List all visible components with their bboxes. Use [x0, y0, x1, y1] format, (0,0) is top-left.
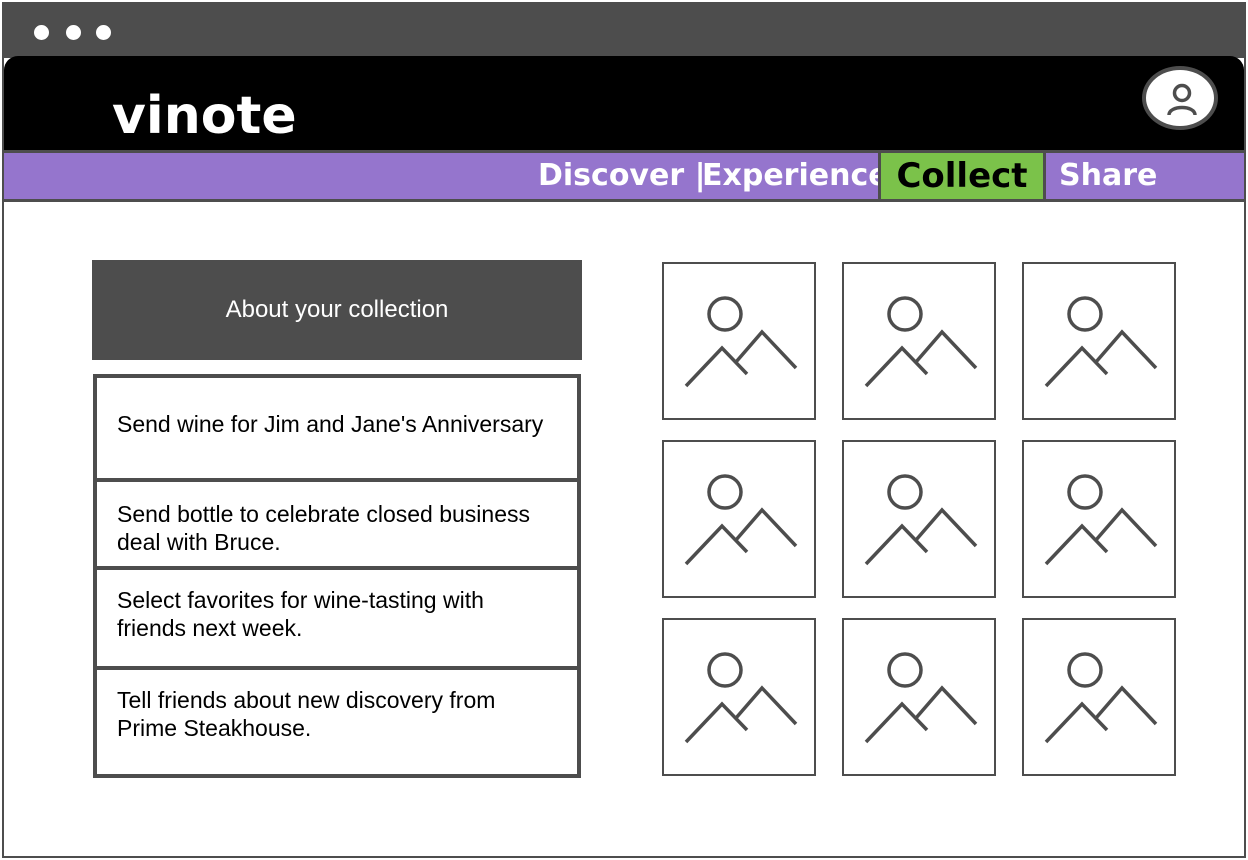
list-item-text: Send bottle to celebrate closed business… [117, 501, 530, 555]
image-placeholder-icon [1044, 474, 1158, 566]
image-tile[interactable] [842, 440, 996, 598]
image-tile[interactable] [842, 618, 996, 776]
list-item[interactable]: Tell friends about new discovery from Pr… [97, 666, 577, 774]
app-header: vinote [4, 56, 1244, 152]
image-tile[interactable] [1022, 262, 1176, 420]
image-placeholder-icon [684, 296, 798, 388]
list-item[interactable]: Send bottle to celebrate closed business… [97, 478, 577, 570]
image-tile[interactable] [842, 262, 996, 420]
list-item[interactable]: Send wine for Jim and Jane's Anniversary [97, 378, 577, 482]
nav-share[interactable]: Share [1059, 153, 1157, 199]
image-placeholder-icon [864, 296, 978, 388]
image-placeholder-icon [1044, 296, 1158, 388]
user-icon [1167, 83, 1197, 116]
image-tile[interactable] [1022, 618, 1176, 776]
nav-experience[interactable]: Experience. [702, 153, 900, 199]
list-item-text: Send wine for Jim and Jane's Anniversary [117, 411, 544, 437]
image-placeholder-icon [684, 474, 798, 566]
about-collection-header: About your collection [92, 260, 582, 360]
image-tile[interactable] [662, 440, 816, 598]
window-control-dot[interactable] [66, 25, 81, 40]
window-control-dot[interactable] [34, 25, 49, 40]
nav-collect-active[interactable]: Collect [878, 153, 1046, 199]
image-tile[interactable] [662, 618, 816, 776]
window-titlebar [4, 4, 1244, 58]
main-nav: Discover | Experience. Collect Share [4, 150, 1244, 202]
image-placeholder-icon [684, 652, 798, 744]
brand-logo[interactable]: vinote [112, 86, 297, 146]
collection-task-list: Send wine for Jim and Jane's Anniversary… [93, 374, 581, 778]
image-tile[interactable] [1022, 440, 1176, 598]
image-placeholder-icon [1044, 652, 1158, 744]
user-avatar-button[interactable] [1142, 66, 1218, 130]
list-item-text: Select favorites for wine-tasting with f… [117, 587, 484, 641]
image-placeholder-icon [864, 652, 978, 744]
list-item[interactable]: Select favorites for wine-tasting with f… [97, 566, 577, 670]
window-control-dot[interactable] [96, 25, 111, 40]
image-tile[interactable] [662, 262, 816, 420]
nav-discover[interactable]: Discover | [538, 153, 706, 199]
list-item-text: Tell friends about new discovery from Pr… [117, 687, 496, 741]
image-placeholder-icon [864, 474, 978, 566]
